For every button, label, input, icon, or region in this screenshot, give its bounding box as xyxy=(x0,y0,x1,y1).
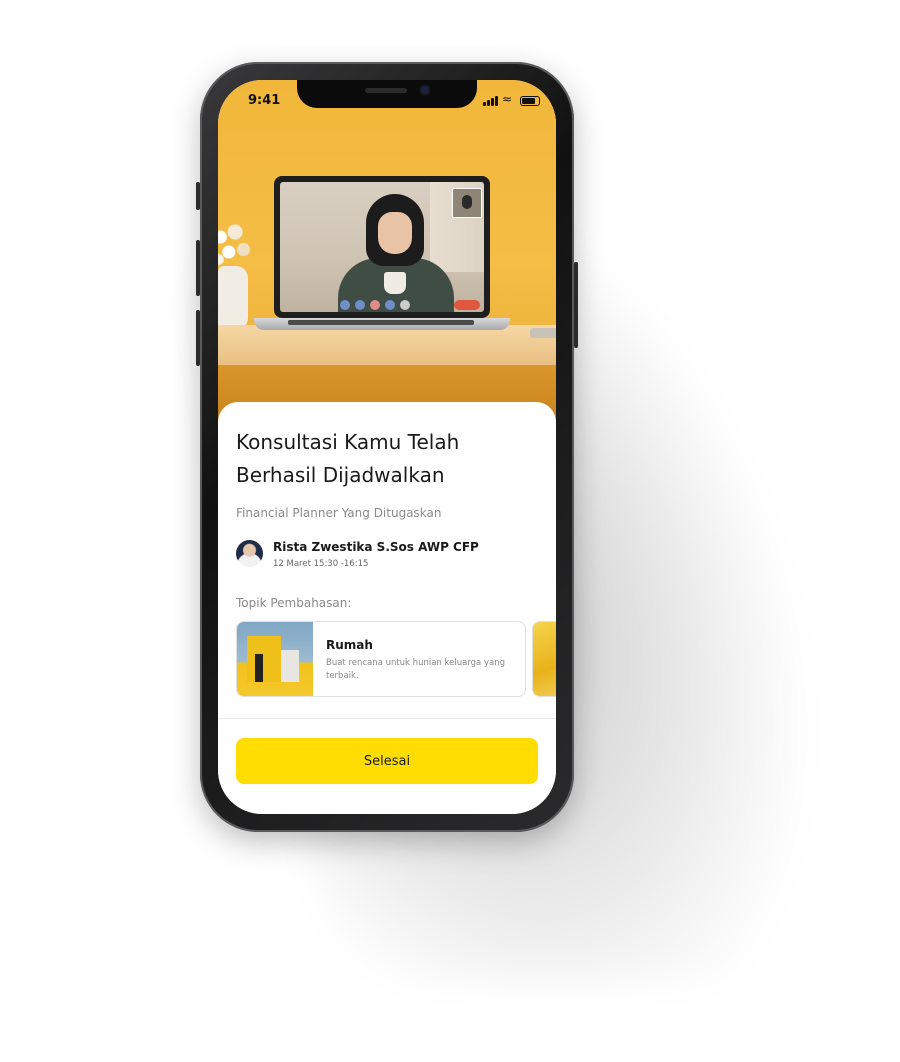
power-button xyxy=(574,262,578,348)
volume-down-button xyxy=(196,310,200,366)
confirmation-sheet: Konsultasi Kamu Telah Berhasil Dijadwalk… xyxy=(218,402,556,814)
topic-card-next[interactable] xyxy=(532,621,556,697)
wifi-icon: ≈ xyxy=(502,92,513,106)
finish-button[interactable]: Selesai xyxy=(236,738,538,784)
topic-description: Buat rencana untuk hunian keluarga yang … xyxy=(326,658,505,681)
planner-section-label: Financial Planner Yang Ditugaskan xyxy=(236,506,442,520)
consultation-schedule: 12 Maret 15:30 -16:15 xyxy=(273,559,369,569)
signal-icon xyxy=(483,96,499,106)
silent-switch xyxy=(196,182,200,210)
topic-title: Rumah xyxy=(326,638,373,652)
hero-image xyxy=(218,80,556,420)
video-call-image xyxy=(280,182,484,312)
status-time: 9:41 xyxy=(248,93,281,108)
flowers-image xyxy=(218,222,254,272)
vase-image xyxy=(218,266,248,330)
planner-avatar xyxy=(236,540,263,567)
house-image xyxy=(237,622,313,696)
end-call-icon xyxy=(454,300,480,310)
page-title: Konsultasi Kamu Telah Berhasil Dijadwalk… xyxy=(236,426,536,492)
title-line-1: Konsultasi Kamu Telah xyxy=(236,430,460,454)
topic-card-rumah[interactable]: Rumah Buat rencana untuk hunian keluarga… xyxy=(236,621,526,697)
title-line-2: Berhasil Dijadwalkan xyxy=(236,463,445,487)
call-controls xyxy=(340,300,450,312)
volume-up-button xyxy=(196,240,200,296)
desk-image xyxy=(218,325,556,365)
app-screen: 9:41 ≈ Konsultasi Kamu Telah Berhasil Di… xyxy=(218,80,556,814)
topics-label: Topik Pembahasan: xyxy=(236,596,352,610)
divider xyxy=(218,718,556,719)
planner-name: Rista Zwestika S.Sos AWP CFP xyxy=(273,540,479,554)
pip-thumbnail xyxy=(452,188,482,218)
battery-icon xyxy=(520,96,540,106)
laptop-image xyxy=(274,176,490,318)
status-bar: 9:41 ≈ xyxy=(218,80,556,124)
